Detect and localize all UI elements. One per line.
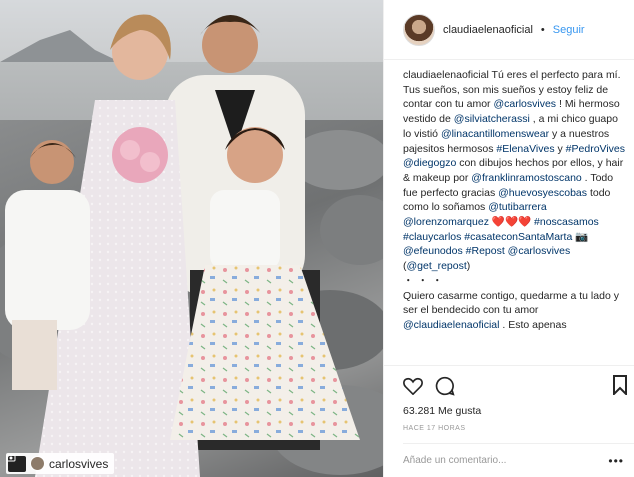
caption-text: . Esto apenas xyxy=(499,318,567,331)
boy-shorts xyxy=(12,320,57,390)
author-username[interactable]: claudiaelenaoficial xyxy=(443,24,533,36)
caption-body-2: Quiero casarme contigo, quedarme a tu la… xyxy=(403,290,619,331)
repost-icon xyxy=(6,454,26,472)
post-actions xyxy=(384,365,634,405)
caption-link[interactable]: #PedroVives xyxy=(566,143,625,155)
caption-link[interactable]: @huevosyescobas xyxy=(498,187,587,199)
caption-link[interactable]: @get_repost xyxy=(407,260,467,272)
repost-username: carlosvives xyxy=(49,456,109,471)
caption-link[interactable]: @tutibarrera xyxy=(488,201,547,213)
heart-icon[interactable] xyxy=(403,377,423,395)
caption-body: Tú eres el perfecto para mí. Tus sueños,… xyxy=(403,69,625,272)
caption-link[interactable]: #noscasamos xyxy=(534,216,599,228)
follow-button[interactable]: Seguir xyxy=(553,24,585,36)
more-options-icon[interactable]: ••• xyxy=(608,454,624,468)
caption-link[interactable]: @linacantillomenswear xyxy=(441,128,549,140)
author-avatar[interactable] xyxy=(403,13,435,46)
post-time[interactable]: HACE 17 HORAS xyxy=(384,421,634,443)
comment-icon[interactable] xyxy=(435,376,455,396)
caption-link[interactable]: @lorenzomarquez xyxy=(403,216,489,228)
caption-text: ❤️❤️❤️ xyxy=(488,216,535,229)
post-photo[interactable]: carlosvives xyxy=(0,0,383,477)
caption-link[interactable]: @silviatcherassi xyxy=(454,113,530,125)
bookmark-icon[interactable] xyxy=(612,375,628,395)
caption-text: y xyxy=(554,142,566,155)
caption-text: Quiero casarme contigo, quedarme a tu la… xyxy=(403,289,619,317)
caption-link[interactable]: #clauycarlos xyxy=(403,231,461,243)
caption-link[interactable]: @claudiaelenaoficial xyxy=(403,319,499,331)
caption-link[interactable]: @franklinramostoscano xyxy=(471,172,581,184)
caption-link[interactable]: #casateconSantaMarta xyxy=(464,231,572,243)
bouquet xyxy=(112,127,168,183)
photo-people-illustration xyxy=(0,14,383,477)
caption-author[interactable]: claudiaelenaoficial xyxy=(403,69,489,81)
photo-hill xyxy=(0,30,120,62)
caption-link[interactable]: @carlosvives xyxy=(508,245,571,257)
header-separator: • xyxy=(540,23,545,36)
boy-shirt xyxy=(5,190,90,330)
caption-text: 📷 xyxy=(572,230,589,243)
caption-link[interactable]: @diegogzo xyxy=(403,157,456,169)
caption-ellipsis: ・・・ xyxy=(403,274,447,287)
caption-text: ) xyxy=(466,260,471,273)
repost-tag[interactable]: carlosvives xyxy=(6,453,115,474)
post-caption: claudiaelenaoficial Tú eres el perfecto … xyxy=(384,60,634,365)
instagram-post: carlosvives claudiaelenaoficial • Seguir… xyxy=(0,0,634,477)
repost-avatar xyxy=(30,456,45,471)
man-head xyxy=(202,17,258,73)
comment-input[interactable] xyxy=(403,455,603,466)
girl-top xyxy=(210,190,280,270)
boy-head xyxy=(30,140,74,184)
caption-link[interactable]: @carlosvives xyxy=(493,98,556,110)
comment-box: ••• xyxy=(403,443,634,477)
caption-link[interactable]: #Repost xyxy=(466,245,505,257)
like-count[interactable]: 63.281 Me gusta xyxy=(384,405,634,421)
post-side-panel: claudiaelenaoficial • Seguir claudiaelen… xyxy=(383,0,634,477)
caption-link[interactable]: @efeunodos xyxy=(403,245,463,257)
post-header: claudiaelenaoficial • Seguir xyxy=(384,0,634,60)
caption-link[interactable]: #ElenaVives xyxy=(496,143,554,155)
